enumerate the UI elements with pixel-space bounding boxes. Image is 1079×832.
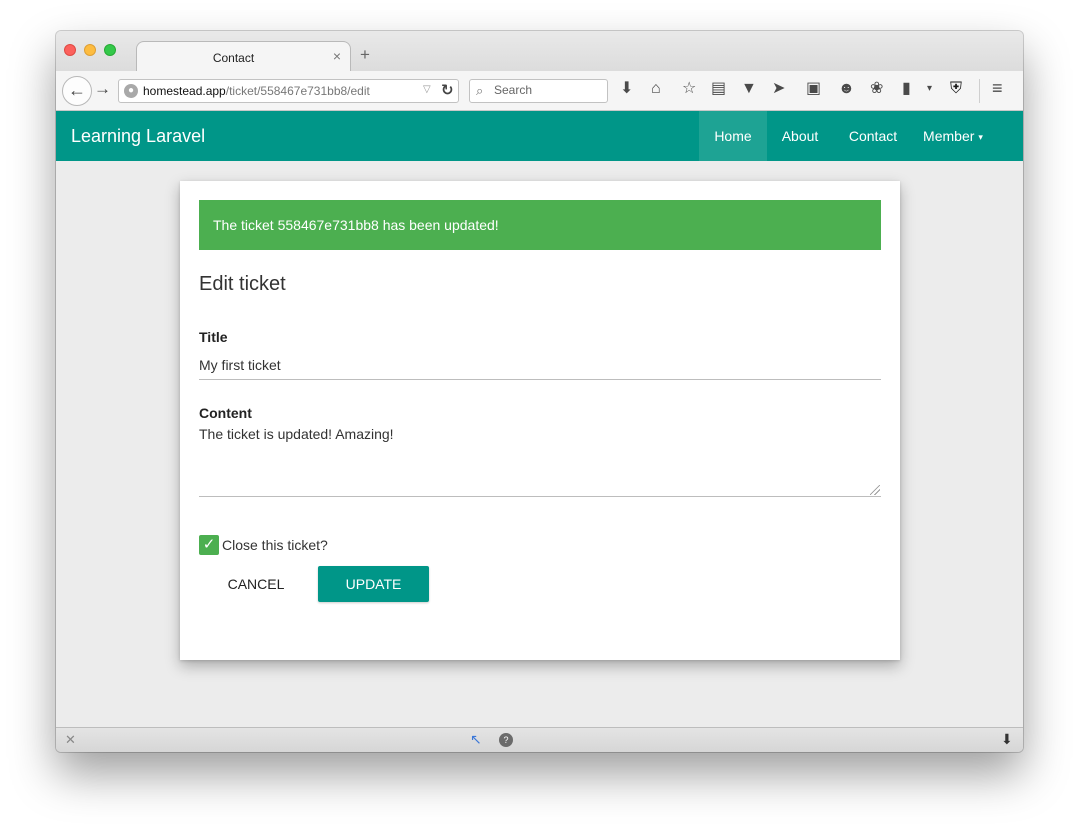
url-host: homestead.app <box>143 84 226 98</box>
extension-dropdown-icon[interactable]: ▾ <box>927 84 932 94</box>
navbar-brand[interactable]: Learning Laravel <box>71 126 205 147</box>
caret-down-icon: ▾ <box>978 132 983 142</box>
page-body: The ticket 558467e731bb8 has been update… <box>56 161 1023 727</box>
browser-window: Contact × + ← → ● homestead.app/ticket/5… <box>56 31 1023 752</box>
back-arrow-icon[interactable]: ← <box>62 76 92 106</box>
minimize-window-button[interactable] <box>84 44 96 56</box>
shield-extension-icon[interactable]: ⛨ <box>950 81 962 97</box>
title-label: Title <box>199 329 228 345</box>
close-ticket-label[interactable]: Close this ticket? <box>222 537 328 553</box>
help-icon[interactable]: ? <box>499 733 513 747</box>
download-icon[interactable]: ⬇ <box>620 81 633 97</box>
url-text[interactable]: homestead.app/ticket/558467e731bb8/edit <box>143 84 370 98</box>
update-button[interactable]: UPDATE <box>318 566 429 602</box>
globe-icon: ● <box>124 84 138 98</box>
toolbar-divider <box>979 79 980 103</box>
reading-list-icon[interactable]: ▤ <box>711 81 726 97</box>
edit-ticket-card: The ticket 558467e731bb8 has been update… <box>180 181 900 660</box>
content-textarea[interactable]: The ticket is updated! Amazing! <box>199 425 881 497</box>
nav-item-contact[interactable]: Contact <box>833 111 913 161</box>
cancel-button[interactable]: CANCEL <box>218 566 294 602</box>
address-bar[interactable]: ● homestead.app/ticket/558467e731bb8/edi… <box>118 79 459 103</box>
app-navbar: Learning Laravel Home About Contact Memb… <box>56 111 1023 161</box>
close-icon[interactable]: ✕ <box>65 732 76 748</box>
pocket-icon[interactable]: ▼ <box>741 81 757 97</box>
reload-icon[interactable]: ↻ <box>441 81 454 99</box>
close-ticket-checkbox[interactable]: ✓ <box>199 535 219 555</box>
nav-member-label: Member <box>923 128 975 144</box>
menu-icon[interactable]: ≡ <box>992 79 1003 97</box>
status-bar: ✕ ↖ ? ⬇ <box>56 727 1023 752</box>
page-title: Edit ticket <box>199 273 286 295</box>
nav-item-member[interactable]: Member ▾ <box>913 111 993 161</box>
forward-arrow-icon[interactable]: → <box>94 79 111 99</box>
nav-item-about[interactable]: About <box>767 111 833 161</box>
tab-strip: Contact × + <box>56 31 1023 72</box>
notes-extension-icon[interactable]: ▣ <box>806 81 821 97</box>
tab-close-icon[interactable]: × <box>333 48 341 64</box>
zoom-window-button[interactable] <box>104 44 116 56</box>
resize-handle[interactable] <box>870 485 880 495</box>
download-arrow-icon[interactable]: ⬇ <box>1001 731 1013 748</box>
home-icon[interactable]: ⌂ <box>651 81 661 97</box>
send-icon[interactable]: ➤ <box>772 81 785 97</box>
chat-extension-icon[interactable]: ☻ <box>838 81 855 97</box>
title-input[interactable] <box>199 351 881 380</box>
tab-title: Contact <box>212 51 255 65</box>
browser-tab[interactable]: Contact × <box>136 41 351 72</box>
addon-extension-icon[interactable]: ❀ <box>870 81 883 97</box>
search-icon: ⌕ <box>476 83 484 98</box>
search-input[interactable] <box>494 83 602 97</box>
inspect-cursor-icon[interactable]: ↖ <box>470 731 482 748</box>
search-bar[interactable]: ⌕ <box>469 79 608 103</box>
content-label: Content <box>199 405 252 421</box>
url-path: /ticket/558467e731bb8/edit <box>225 84 370 98</box>
new-tab-icon[interactable]: + <box>360 46 370 63</box>
close-window-button[interactable] <box>64 44 76 56</box>
browser-toolbar: ← → ● homestead.app/ticket/558467e731bb8… <box>56 71 1023 111</box>
clipboard-extension-icon[interactable]: ▮ <box>902 81 911 97</box>
nav-item-home[interactable]: Home <box>699 111 767 161</box>
bookmark-star-icon[interactable]: ☆ <box>682 81 696 97</box>
url-history-dropdown-icon[interactable]: ▽ <box>423 84 431 95</box>
success-alert: The ticket 558467e731bb8 has been update… <box>199 200 881 250</box>
